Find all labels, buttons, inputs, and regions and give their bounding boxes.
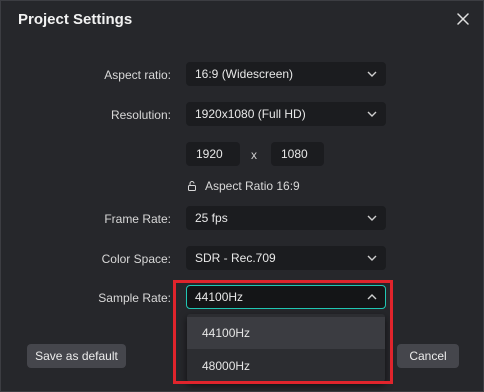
resolution-value: 1920x1080 (Full HD)	[195, 107, 306, 121]
aspect-lock-row[interactable]: Aspect Ratio 16:9	[188, 179, 300, 193]
unlock-icon	[188, 181, 196, 191]
frame-rate-select[interactable]: 25 fps	[186, 206, 386, 230]
close-icon	[457, 13, 469, 25]
sample-rate-select[interactable]: 44100Hz	[186, 285, 386, 309]
dimension-separator: x	[251, 148, 257, 162]
color-space-select[interactable]: SDR - Rec.709	[186, 246, 386, 270]
sample-rate-option[interactable]: 44100Hz	[187, 317, 385, 349]
chevron-up-icon	[367, 294, 377, 300]
resolution-select[interactable]: 1920x1080 (Full HD)	[186, 102, 386, 126]
resolution-label: Resolution:	[110, 108, 171, 122]
cancel-button[interactable]: Cancel	[397, 344, 459, 368]
sample-rate-value: 44100Hz	[195, 290, 244, 304]
chevron-down-icon	[367, 111, 377, 117]
chevron-down-icon	[367, 71, 377, 77]
chevron-down-icon	[367, 215, 377, 221]
width-input[interactable]: 1920	[186, 142, 240, 166]
height-input[interactable]: 1080	[271, 142, 324, 166]
save-as-default-button[interactable]: Save as default	[27, 344, 126, 368]
sample-rate-dropdown: 44100Hz 48000Hz	[187, 314, 385, 382]
aspect-ratio-value: 16:9 (Widescreen)	[195, 67, 294, 81]
color-space-label: Color Space:	[101, 252, 171, 266]
chevron-down-icon	[367, 255, 377, 261]
close-button[interactable]	[453, 9, 473, 29]
sample-rate-option[interactable]: 48000Hz	[187, 350, 385, 382]
color-space-value: SDR - Rec.709	[195, 251, 276, 265]
aspect-ratio-label: Aspect ratio:	[104, 68, 171, 82]
aspect-ratio-select[interactable]: 16:9 (Widescreen)	[186, 62, 386, 86]
sample-rate-label: Sample Rate:	[98, 291, 171, 305]
dialog-title: Project Settings	[18, 11, 133, 28]
aspect-lock-label: Aspect Ratio 16:9	[205, 179, 300, 193]
frame-rate-label: Frame Rate:	[104, 212, 171, 226]
frame-rate-value: 25 fps	[195, 211, 228, 225]
project-settings-dialog: Project Settings Aspect ratio: 16:9 (Wid…	[0, 0, 484, 392]
